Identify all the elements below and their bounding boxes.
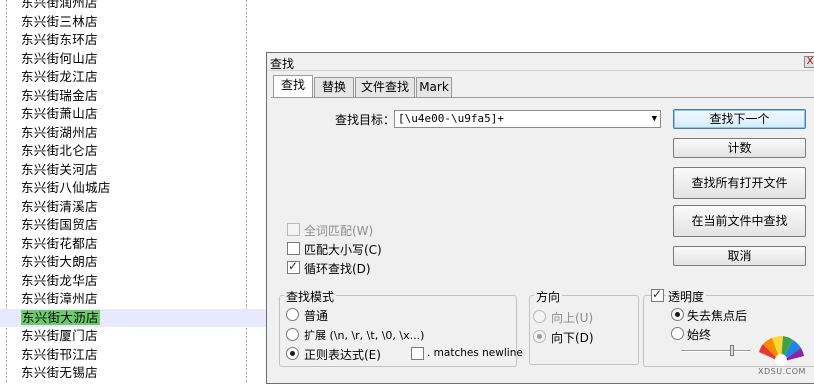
editor-line-text: 东兴街关河店 <box>21 161 98 177</box>
editor-line[interactable]: 东兴街瑞金店 <box>20 87 246 105</box>
direction-up-label: 向上(U) <box>551 311 594 325</box>
editor-line[interactable]: 东兴街关河店 <box>20 161 246 179</box>
dialog-title-bar[interactable]: 查找 X <box>267 53 814 71</box>
editor-line[interactable]: 东兴街八仙城店 <box>20 179 246 197</box>
editor-line[interactable]: 东兴街大朗店 <box>20 253 246 271</box>
tab-divider <box>271 97 814 98</box>
transparency-title: 透明度 <box>666 288 707 305</box>
editor-line-text: 东兴街瑞金店 <box>21 87 98 103</box>
transparency-lose-focus-radio[interactable] <box>671 308 684 321</box>
editor-line-text: 东兴街湖州店 <box>21 124 98 140</box>
direction-down-label: 向下(D) <box>551 331 594 345</box>
direction-title: 方向 <box>534 288 563 305</box>
tab-mark[interactable]: Mark <box>416 77 452 97</box>
mode-normal-label: 普通 <box>304 309 329 323</box>
mode-regex-radio[interactable] <box>286 347 299 360</box>
editor-line-text: 东兴街龙江店 <box>21 69 98 84</box>
editor-line[interactable]: 东兴街三林店 <box>20 13 246 31</box>
editor-line[interactable]: 东兴街润州店 <box>20 0 246 12</box>
find-target-label: 查找目标： <box>335 113 396 127</box>
mode-extended-radio[interactable] <box>286 328 299 341</box>
wrap-around-checkbox[interactable] <box>287 259 300 274</box>
find-all-open-button[interactable]: 查找所有打开文件 <box>673 167 806 199</box>
transparency-always-radio[interactable] <box>671 327 684 340</box>
tab-find-in-files[interactable]: 文件查找 <box>355 77 415 97</box>
editor-line[interactable]: 东兴街龙华店 <box>20 272 246 290</box>
editor-line[interactable]: 东兴街何山店 <box>20 50 246 68</box>
transparency-checkbox[interactable] <box>651 287 664 302</box>
count-button[interactable]: 计数 <box>673 138 806 158</box>
search-mode-title: 查找模式 <box>284 288 337 305</box>
mode-normal-radio[interactable] <box>286 308 299 321</box>
find-dialog: 查找 X 查找 替换 文件查找 Mark 查找目标： [\u4e00-\u9fa… <box>266 52 814 384</box>
editor-line-text: 东兴街东环店 <box>21 32 98 47</box>
direction-up-radio[interactable] <box>533 310 546 323</box>
editor-line[interactable]: 东兴街厦门店 <box>20 327 246 345</box>
editor-line-text: 东兴街萧山店 <box>21 106 98 121</box>
transparency-slider-thumb[interactable] <box>730 345 734 356</box>
editor-line[interactable]: 东兴街花都店 <box>20 235 246 253</box>
mode-extended-label: 扩展 (\n, \r, \t, \0, \x...) <box>304 329 425 342</box>
matches-newline-label: . matches newline <box>427 347 523 359</box>
whole-word-checkbox[interactable] <box>287 223 300 236</box>
watermark-text: XDSU.COM <box>758 367 806 376</box>
editor-line-text: 东兴街无锡店 <box>21 365 98 380</box>
find-next-button[interactable]: 查找下一个 <box>673 109 806 129</box>
cancel-button[interactable]: 取消 <box>673 246 806 266</box>
watermark-logo <box>759 335 804 366</box>
editor-line-text: 东兴街润州店 <box>21 0 98 10</box>
editor-line-text: 东兴街花都店 <box>21 235 98 251</box>
editor-line-text: 东兴街三林店 <box>21 13 98 29</box>
chevron-down-icon[interactable]: ▼ <box>652 111 657 127</box>
editor-line[interactable]: 东兴街萧山店 <box>20 105 246 123</box>
tab-find[interactable]: 查找 <box>273 75 313 98</box>
editor-line-text: 东兴街北仑店 <box>21 143 98 158</box>
direction-down-radio[interactable] <box>533 330 546 343</box>
editor-line-highlighted[interactable]: 东兴街大沥店 <box>0 308 266 327</box>
transparency-slider-track[interactable] <box>681 350 751 352</box>
find-target-combobox[interactable]: [\u4e00-\u9fa5]+ ▼ <box>394 110 661 128</box>
close-icon[interactable]: X <box>804 56 814 68</box>
editor-line[interactable]: 东兴街漳州店 <box>20 290 246 308</box>
editor-line-text: 东兴街漳州店 <box>21 291 98 306</box>
transparency-always-label: 始终 <box>687 328 712 342</box>
editor-line-text: 东兴街八仙城店 <box>21 180 111 195</box>
editor-line-text: 东兴街大沥店 <box>21 309 100 325</box>
editor-line[interactable]: 东兴街北仑店 <box>20 142 246 160</box>
editor-line-text: 东兴街国贸店 <box>21 217 98 232</box>
editor-line-text: 东兴街大朗店 <box>21 254 98 269</box>
editor-line-text: 东兴街何山店 <box>21 50 98 66</box>
editor-line[interactable]: 东兴街邗江店 <box>20 346 246 364</box>
find-in-current-button[interactable]: 在当前文件中查找 <box>673 205 806 237</box>
editor-line[interactable]: 东兴街湖州店 <box>20 124 246 142</box>
wrap-around-label: 循环查找(D) <box>304 262 371 276</box>
editor-line[interactable]: 东兴街东环店 <box>20 31 246 49</box>
editor-line-text: 东兴街清溪店 <box>21 198 98 214</box>
find-target-value: [\u4e00-\u9fa5]+ <box>398 112 504 125</box>
editor-line-text: 东兴街龙华店 <box>21 272 98 288</box>
match-case-checkbox[interactable] <box>287 242 300 255</box>
transparency-lose-focus-label: 失去焦点后 <box>687 309 748 323</box>
dialog-title: 查找 <box>270 57 295 71</box>
editor-line[interactable]: 东兴街龙江店 <box>20 68 246 86</box>
editor-line[interactable]: 东兴街清溪店 <box>20 198 246 216</box>
matches-newline-checkbox[interactable] <box>411 347 424 360</box>
editor-line[interactable]: 东兴街国贸店 <box>20 216 246 234</box>
editor-line-text: 东兴街厦门店 <box>21 328 98 343</box>
tab-replace[interactable]: 替换 <box>314 77 354 97</box>
whole-word-label: 全词匹配(W) <box>304 224 374 238</box>
match-case-label: 匹配大小写(C) <box>304 243 382 257</box>
editor-line[interactable]: 东兴街无锡店 <box>20 364 246 382</box>
mode-regex-label: 正则表达式(E) <box>304 348 381 362</box>
editor-line-text: 东兴街邗江店 <box>21 346 98 362</box>
